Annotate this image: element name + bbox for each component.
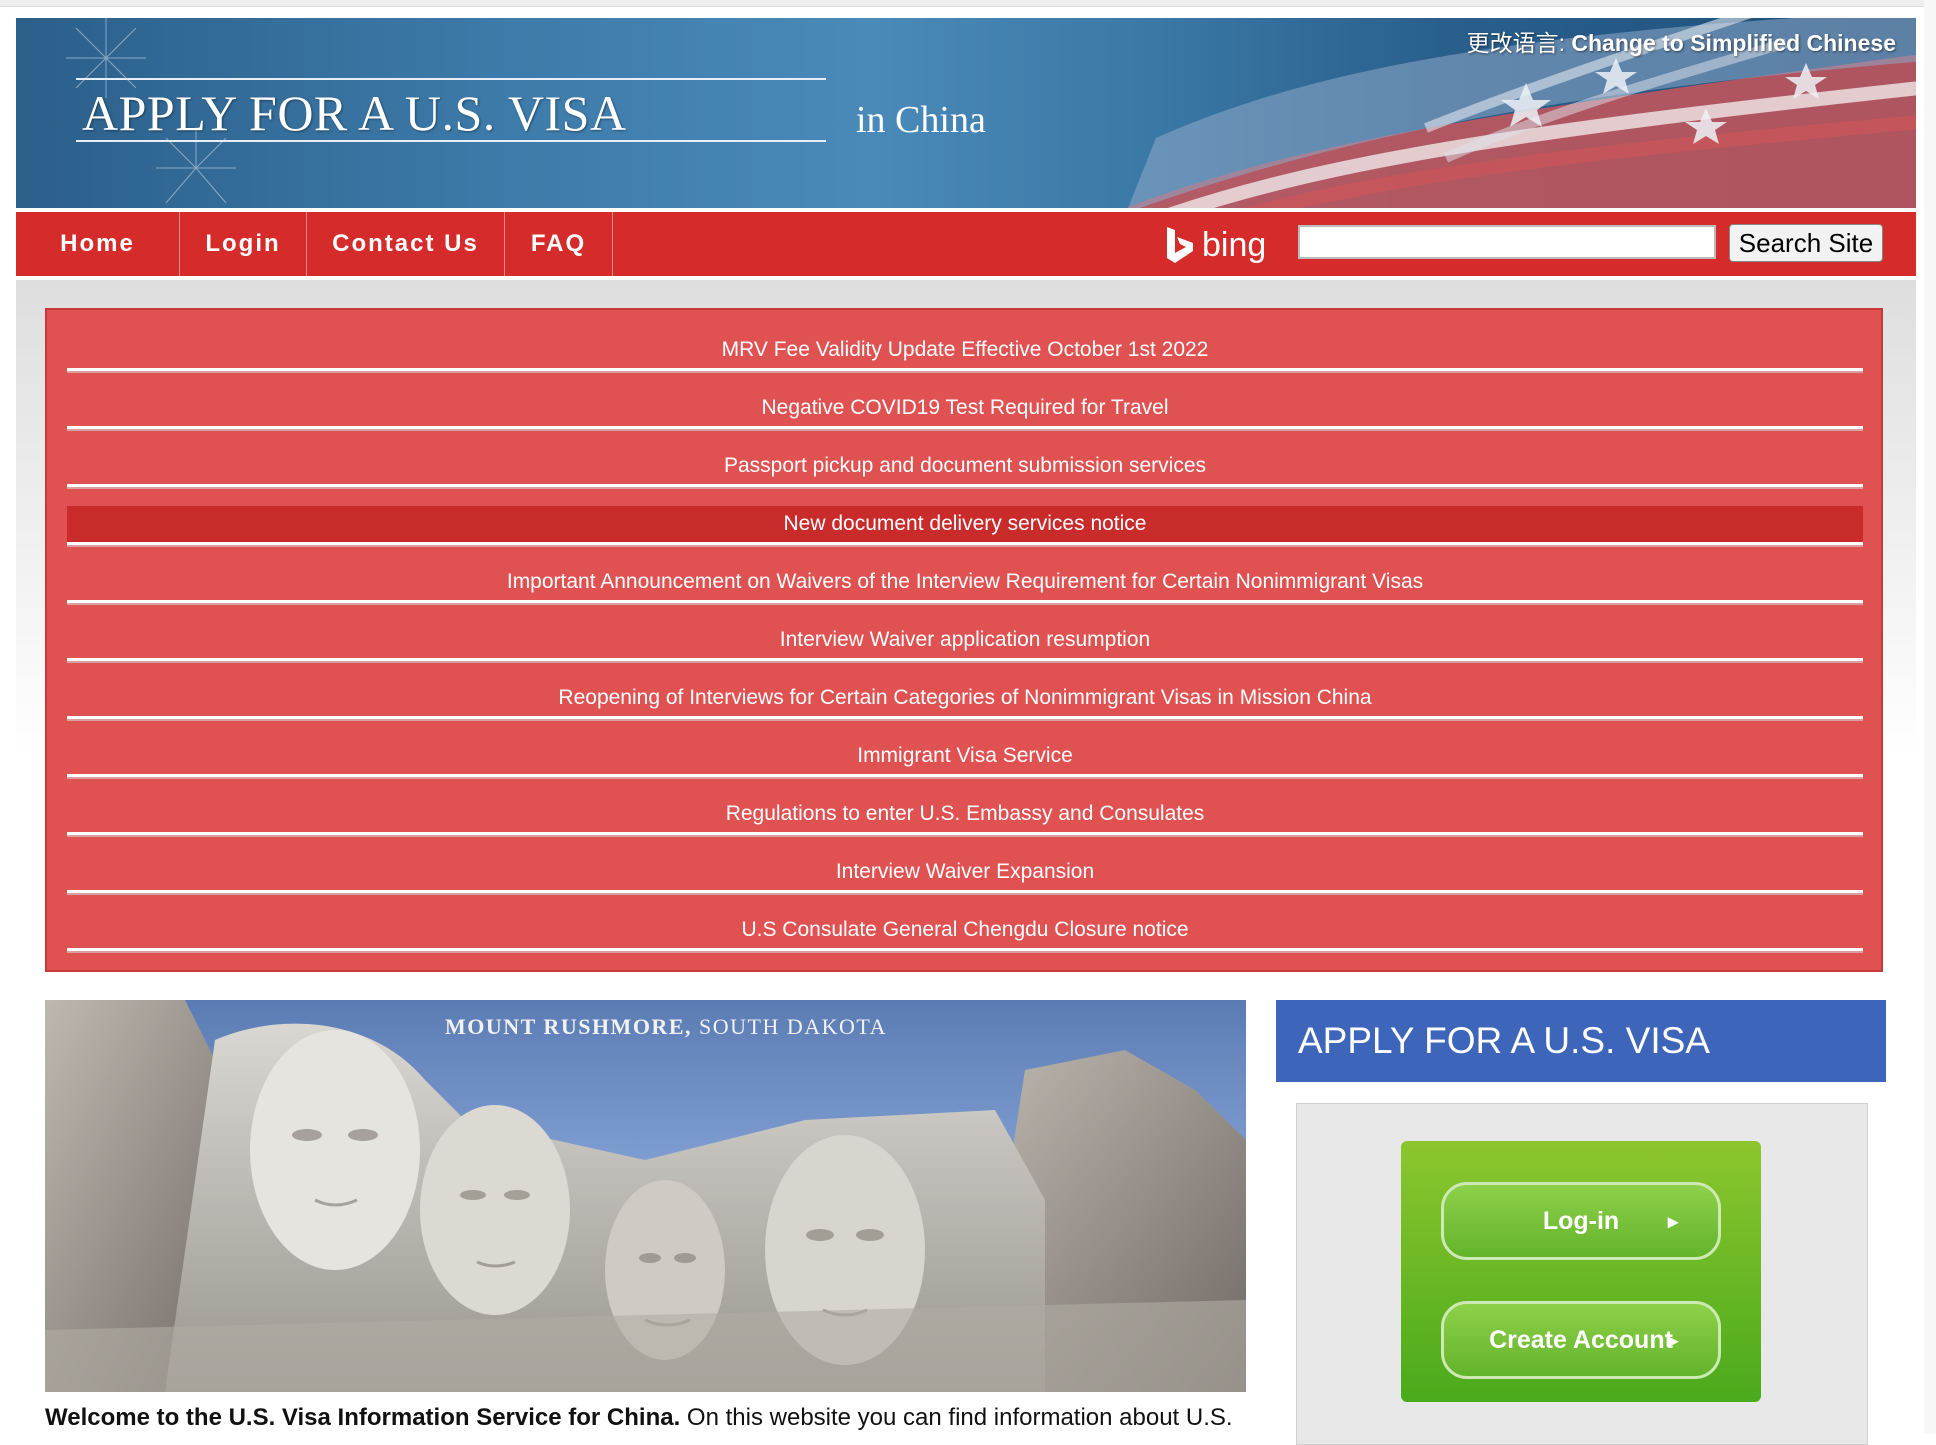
language-prefix: 更改语言: [1466, 30, 1572, 56]
title-rule-top [76, 78, 826, 80]
language-link[interactable]: Change to Simplified Chinese [1571, 30, 1896, 56]
site-search-input[interactable] [1298, 225, 1716, 259]
language-switch[interactable]: 更改语言: Change to Simplified Chinese [1467, 24, 1896, 58]
main-nav: Home Login Contact Us FAQ bing Search Si… [16, 212, 1916, 276]
hero-caption-rest: SOUTH DAKOTA [692, 1014, 887, 1039]
login-button[interactable]: Log-in ▸ [1441, 1182, 1721, 1260]
site-subtitle: in China [856, 99, 986, 141]
announcement-link[interactable]: Reopening of Interviews for Certain Cate… [67, 680, 1863, 719]
bing-logo: bing [1164, 224, 1266, 266]
search-site-button[interactable]: Search Site [1729, 224, 1883, 262]
announcement-link[interactable]: Important Announcement on Waivers of the… [67, 564, 1863, 603]
announcements-panel: MRV Fee Validity Update Effective Octobe… [45, 308, 1883, 972]
nav-faq[interactable]: FAQ [505, 212, 613, 276]
apply-visa-heading: APPLY FOR A U.S. VISA [1276, 1000, 1886, 1082]
announcement-link[interactable]: Immigrant Visa Service [67, 738, 1863, 777]
announcement-link[interactable]: Passport pickup and document submission … [67, 448, 1863, 487]
announcement-link[interactable]: New document delivery services notice [67, 506, 1863, 545]
header-banner: APPLY FOR A U.S. VISA in China 更改语言: Cha… [16, 18, 1916, 208]
create-account-button[interactable]: Create Account ▸ [1441, 1301, 1721, 1379]
create-account-label: Create Account [1489, 1325, 1673, 1354]
mount-rushmore-illustration [45, 1000, 1246, 1392]
login-arrow-icon: ▸ [1667, 1211, 1678, 1233]
nav-login[interactable]: Login [180, 212, 307, 276]
browser-top-edge [0, 0, 1936, 7]
announcement-link[interactable]: MRV Fee Validity Update Effective Octobe… [67, 332, 1863, 371]
site-title: APPLY FOR A U.S. VISA [82, 85, 627, 141]
hero-caption: MOUNT RUSHMORE, SOUTH DAKOTA [445, 1014, 887, 1040]
create-account-arrow-icon: ▸ [1667, 1330, 1678, 1352]
mount-rushmore-image: MOUNT RUSHMORE, SOUTH DAKOTA [45, 1000, 1246, 1392]
announcement-link[interactable]: Interview Waiver application resumption [67, 622, 1863, 661]
nav-contact-us[interactable]: Contact Us [307, 212, 505, 276]
welcome-bold: Welcome to the U.S. Visa Information Ser… [45, 1404, 681, 1431]
announcement-link[interactable]: Regulations to enter U.S. Embassy and Co… [67, 796, 1863, 835]
account-actions-card: Log-in ▸ Create Account ▸ [1401, 1141, 1761, 1402]
welcome-text: Welcome to the U.S. Visa Information Ser… [45, 1404, 1255, 1432]
title-rule-bottom [76, 140, 826, 142]
announcement-link[interactable]: U.S Consulate General Chengdu Closure no… [67, 912, 1863, 951]
announcement-link[interactable]: Negative COVID19 Test Required for Trave… [67, 390, 1863, 429]
page-scrollbar[interactable] [1924, 0, 1936, 1434]
nav-home[interactable]: Home [16, 212, 180, 276]
hero-caption-bold: MOUNT RUSHMORE, [445, 1014, 692, 1039]
bing-wordmark: bing [1202, 225, 1267, 264]
bing-icon [1167, 227, 1193, 263]
announcement-link[interactable]: Interview Waiver Expansion [67, 854, 1863, 893]
welcome-rest: On this website you can find information… [680, 1404, 1233, 1431]
login-button-label: Log-in [1542, 1206, 1620, 1235]
